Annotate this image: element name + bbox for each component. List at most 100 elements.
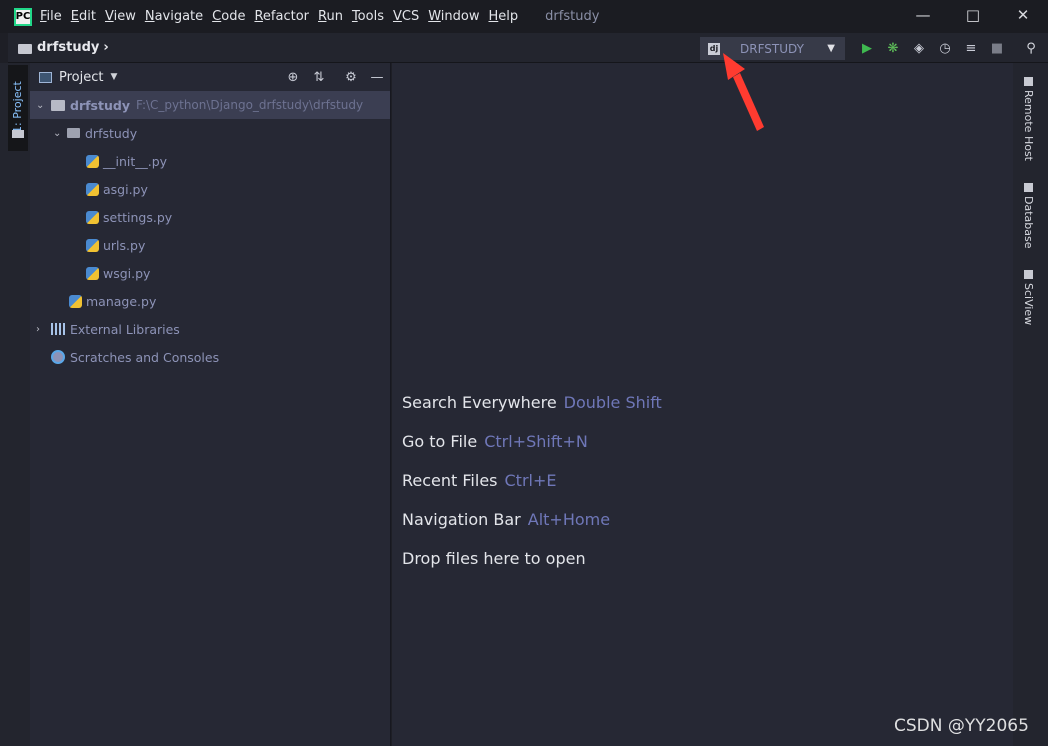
tab-database[interactable]: Database — [1022, 183, 1035, 249]
tree-item-label: drfstudy — [70, 97, 130, 113]
folder-icon — [18, 43, 32, 54]
tree-item-label: asgi.py — [103, 181, 148, 197]
right-tool-strip: Remote Host Database SciView — [1013, 63, 1048, 746]
chevron-down-icon: ▼ — [827, 43, 835, 54]
chevron-right-icon: › — [103, 40, 109, 55]
scratches-icon — [51, 350, 65, 364]
menu-vcs[interactable]: VCS — [393, 9, 419, 24]
tree-item-label: urls.py — [103, 237, 146, 253]
tip-search-everywhere: Search Everywhere Double Shift — [402, 393, 662, 412]
tree-item-file[interactable]: urls.py — [30, 231, 390, 259]
menu-navigate[interactable]: Navigate — [145, 9, 203, 24]
tip-shortcut: Ctrl+E — [504, 471, 557, 490]
tip-recent-files: Recent Files Ctrl+E — [402, 471, 556, 490]
gear-icon[interactable]: ⚙ — [343, 69, 359, 85]
project-panel: Project ▼ ⊕ ⇅ ⚙ — ⌄ drfstudy F:\C_python… — [30, 63, 391, 746]
tree-item-root[interactable]: ⌄ drfstudy F:\C_python\Django_drfstudy\d… — [30, 91, 390, 119]
locate-icon[interactable]: ⊕ — [285, 69, 301, 85]
database-icon — [1024, 183, 1033, 192]
run-toolbar: ▶ ❋ ◈ ◷ ≡ ■ ⚲ — [854, 39, 1044, 57]
tip-shortcut: Double Shift — [563, 393, 662, 412]
python-file-icon — [86, 238, 99, 252]
tree-item-file[interactable]: wsgi.py — [30, 259, 390, 287]
tip-navigation-bar: Navigation Bar Alt+Home — [402, 510, 610, 529]
search-icon[interactable]: ⚲ — [1018, 39, 1044, 57]
tab-project-label[interactable]: 1: Project — [11, 81, 24, 133]
tip-label: Recent Files — [402, 471, 498, 490]
chevron-down-icon[interactable]: ▼ — [110, 72, 117, 82]
menu-run[interactable]: Run — [318, 9, 343, 24]
menu-edit[interactable]: Edit — [71, 9, 96, 24]
tree-item-label: Scratches and Consoles — [70, 349, 220, 365]
menu-help[interactable]: Help — [489, 9, 519, 24]
library-icon — [51, 323, 65, 335]
run-with-coverage-icon[interactable]: ◈ — [906, 39, 932, 57]
python-file-icon — [86, 266, 99, 280]
tip-label: Go to File — [402, 432, 478, 451]
tree-item-label: manage.py — [86, 293, 157, 309]
chevron-down-icon[interactable]: ⌄ — [36, 100, 44, 111]
tree-item-label: wsgi.py — [103, 265, 151, 281]
remote-host-icon — [1024, 77, 1033, 86]
tree-item-file[interactable]: asgi.py — [30, 175, 390, 203]
python-file-icon — [86, 210, 99, 224]
project-folder-icon — [12, 130, 24, 138]
title-bar: PC File Edit View Navigate Code Refactor… — [0, 0, 1048, 33]
tab-label: Remote Host — [1022, 90, 1035, 161]
tree-item-label: External Libraries — [70, 321, 180, 337]
python-file-icon — [86, 154, 99, 168]
project-view-icon — [39, 71, 52, 83]
package-folder-icon — [67, 128, 80, 138]
window-title: drfstudy — [545, 9, 600, 24]
sciview-icon — [1024, 270, 1033, 279]
tip-label: Navigation Bar — [402, 510, 521, 529]
tree-item-file[interactable]: settings.py — [30, 203, 390, 231]
editor-area[interactable]: Search Everywhere Double Shift Go to File… — [392, 63, 1013, 746]
python-file-icon — [69, 294, 82, 308]
debug-icon[interactable]: ❋ — [880, 39, 906, 57]
run-concurrency-icon[interactable]: ≡ — [958, 39, 984, 57]
tab-sciview[interactable]: SciView — [1022, 270, 1035, 325]
close-icon[interactable]: ✕ — [998, 0, 1048, 30]
tree-item-label: __init__.py — [103, 153, 168, 169]
menu-view[interactable]: View — [105, 9, 136, 24]
menu-bar: File Edit View Navigate Code Refactor Ru… — [40, 9, 527, 24]
project-tree: ⌄ drfstudy F:\C_python\Django_drfstudy\d… — [30, 91, 390, 371]
tab-label: SciView — [1022, 283, 1035, 326]
window-controls: — □ ✕ — [898, 0, 1048, 33]
tip-shortcut: Ctrl+Shift+N — [484, 432, 588, 451]
tree-item-scratches[interactable]: Scratches and Consoles — [30, 343, 390, 371]
collapse-all-icon[interactable]: ⇅ — [311, 69, 327, 85]
project-panel-title[interactable]: Project — [59, 70, 103, 85]
project-panel-header: Project ▼ ⊕ ⇅ ⚙ — — [30, 63, 390, 91]
tab-remote-host[interactable]: Remote Host — [1022, 77, 1035, 161]
menu-window[interactable]: Window — [428, 9, 479, 24]
tree-item-file[interactable]: manage.py — [30, 287, 390, 315]
tip-drop-files: Drop files here to open — [402, 549, 586, 568]
menu-code[interactable]: Code — [212, 9, 245, 24]
tip-label: Search Everywhere — [402, 393, 557, 412]
chevron-right-icon[interactable]: › — [36, 324, 40, 335]
maximize-icon[interactable]: □ — [948, 0, 998, 30]
menu-tools[interactable]: Tools — [352, 9, 384, 24]
profile-icon[interactable]: ◷ — [932, 39, 958, 57]
breadcrumb[interactable]: drfstudy › — [18, 40, 109, 55]
tip-go-to-file: Go to File Ctrl+Shift+N — [402, 432, 588, 451]
tree-item-external-libraries[interactable]: › External Libraries — [30, 315, 390, 343]
tree-item-package[interactable]: ⌄ drfstudy — [30, 119, 390, 147]
pycharm-logo-icon: PC — [14, 7, 32, 26]
menu-refactor[interactable]: Refactor — [254, 9, 309, 24]
watermark: CSDN @YY2065 — [894, 716, 1029, 736]
run-configuration-select[interactable]: dj DRFSTUDY ▼ — [700, 37, 845, 60]
hide-icon[interactable]: — — [369, 69, 385, 85]
tree-item-file[interactable]: __init__.py — [30, 147, 390, 175]
menu-file[interactable]: File — [40, 9, 62, 24]
breadcrumb-label: drfstudy — [37, 40, 100, 55]
minimize-icon[interactable]: — — [898, 0, 948, 30]
stop-icon[interactable]: ■ — [984, 39, 1010, 57]
run-icon[interactable]: ▶ — [854, 39, 880, 57]
tree-item-label: drfstudy — [85, 125, 138, 141]
tip-shortcut: Alt+Home — [527, 510, 611, 529]
chevron-down-icon[interactable]: ⌄ — [53, 128, 61, 139]
tree-item-label: settings.py — [103, 209, 173, 225]
